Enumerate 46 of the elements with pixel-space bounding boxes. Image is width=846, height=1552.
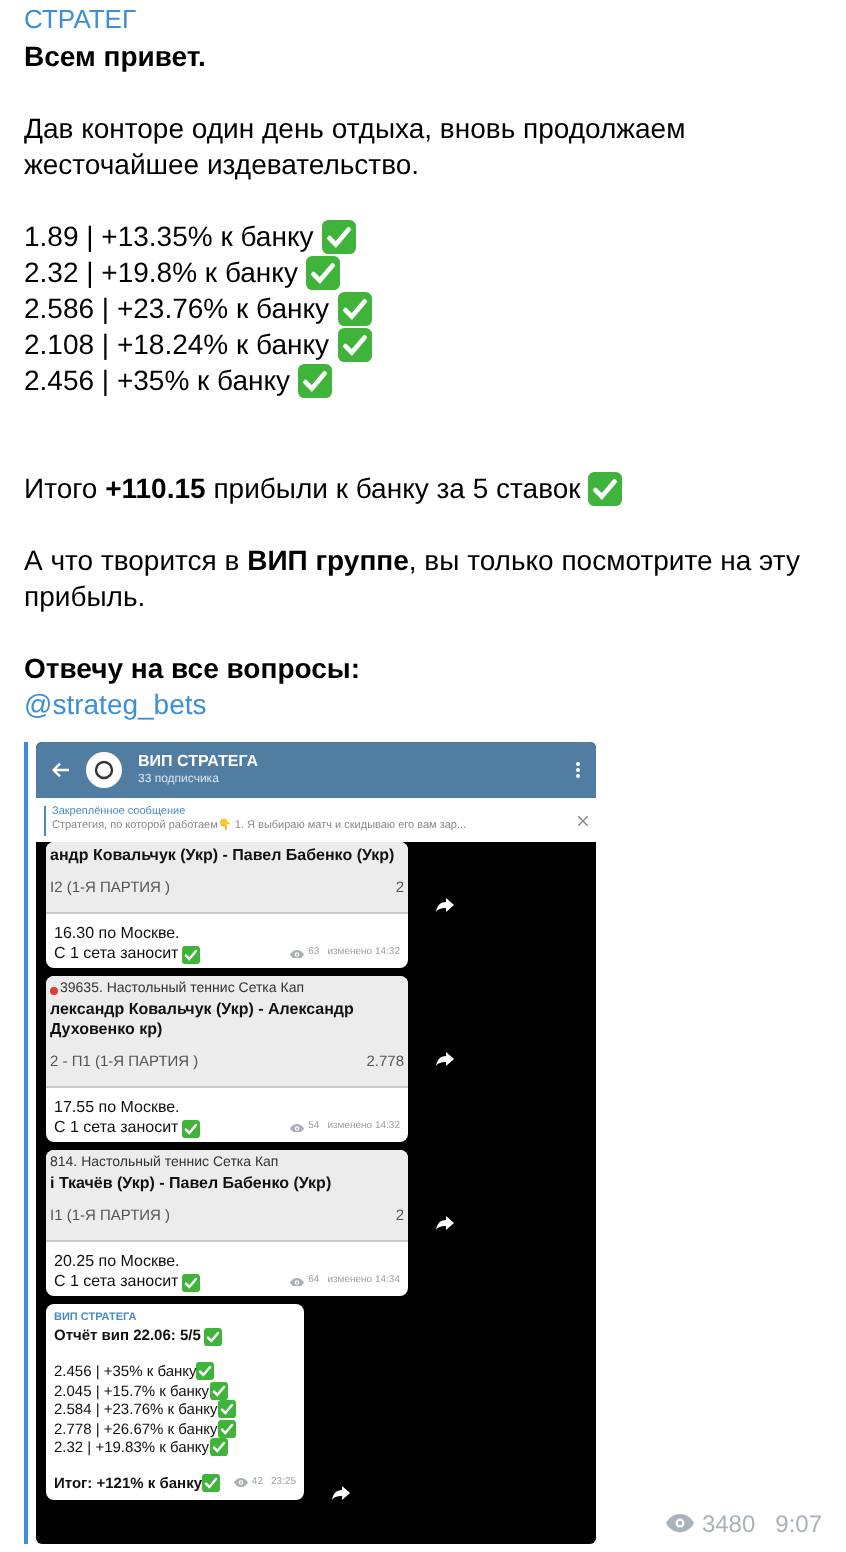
contact-text: Отвечу на все вопросы: [24, 650, 363, 686]
eye-icon [290, 949, 305, 959]
total-text: Итого +110.15 прибыли к банку за 5 ставок [24, 470, 581, 506]
check-icon [209, 1438, 228, 1457]
check-icon [209, 1381, 228, 1400]
result-line: 2.456 | +35% к банку [24, 362, 291, 398]
check-icon [204, 1327, 223, 1345]
eye-icon [290, 1123, 305, 1133]
eye-icon [233, 1478, 248, 1488]
message-text: 16.30 по Москве. [54, 924, 182, 944]
result-line: 2.32 | +19.8% к банку [24, 254, 298, 290]
channel-link[interactable]: @strateg_bets [24, 686, 207, 722]
chat-title: ВИП СТРАТЕГА [138, 752, 261, 772]
check-icon [196, 1362, 215, 1381]
result-line: 2.586 | +23.76% к банку [24, 290, 330, 326]
intro-text: Дав конторе один день отдыха, вновь продолжаем жесточайшее издевательство. [24, 110, 688, 182]
message-text: С 1 сета заносит [54, 1272, 179, 1292]
message-text: С 1 сета заносит [54, 944, 179, 964]
share-icon[interactable] [436, 1216, 454, 1230]
check-icon [182, 1273, 201, 1291]
result-line: 1.89 | +13.35% к банку [24, 218, 314, 254]
back-arrow-icon[interactable] [52, 762, 70, 778]
channel-name[interactable]: СТРАТЕГ [24, 2, 822, 38]
match-title: і Ткачёв (Укр) - Павел Бабенко (Укр) [50, 1174, 334, 1194]
vip-text: А что творится в ВИП группе, вы только посмотрите на эту прибыль. [24, 542, 802, 614]
share-icon[interactable] [436, 898, 454, 912]
message-text: 20.25 по Москве. [54, 1252, 182, 1272]
message-text: 17.55 по Москве. [54, 1098, 182, 1118]
check-icon [217, 1419, 236, 1438]
result-line: 2.108 | +18.24% к банку [24, 326, 330, 362]
check-icon [202, 1474, 220, 1492]
post-time: 9:07 [775, 1508, 822, 1542]
check-icon [182, 945, 201, 963]
match-title: андр Ковальчук (Укр) - Павел Бабенко (Укр) [50, 846, 397, 866]
check-icon [182, 1119, 201, 1137]
share-icon[interactable] [332, 1485, 350, 1499]
close-icon[interactable] [578, 815, 588, 825]
greeting-text: Всем привет. [24, 38, 208, 74]
avatar-icon [86, 752, 122, 788]
match-title: лександр Ковальчук (Укр) - Александр Духовенко кр) [50, 1000, 356, 1040]
eye-icon [290, 1277, 305, 1287]
check-icon [217, 1400, 236, 1419]
eye-icon [665, 1514, 694, 1534]
message-text: С 1 сета заносит [54, 1118, 179, 1138]
share-icon[interactable] [436, 1052, 454, 1066]
view-count: 3480 [701, 1508, 756, 1542]
